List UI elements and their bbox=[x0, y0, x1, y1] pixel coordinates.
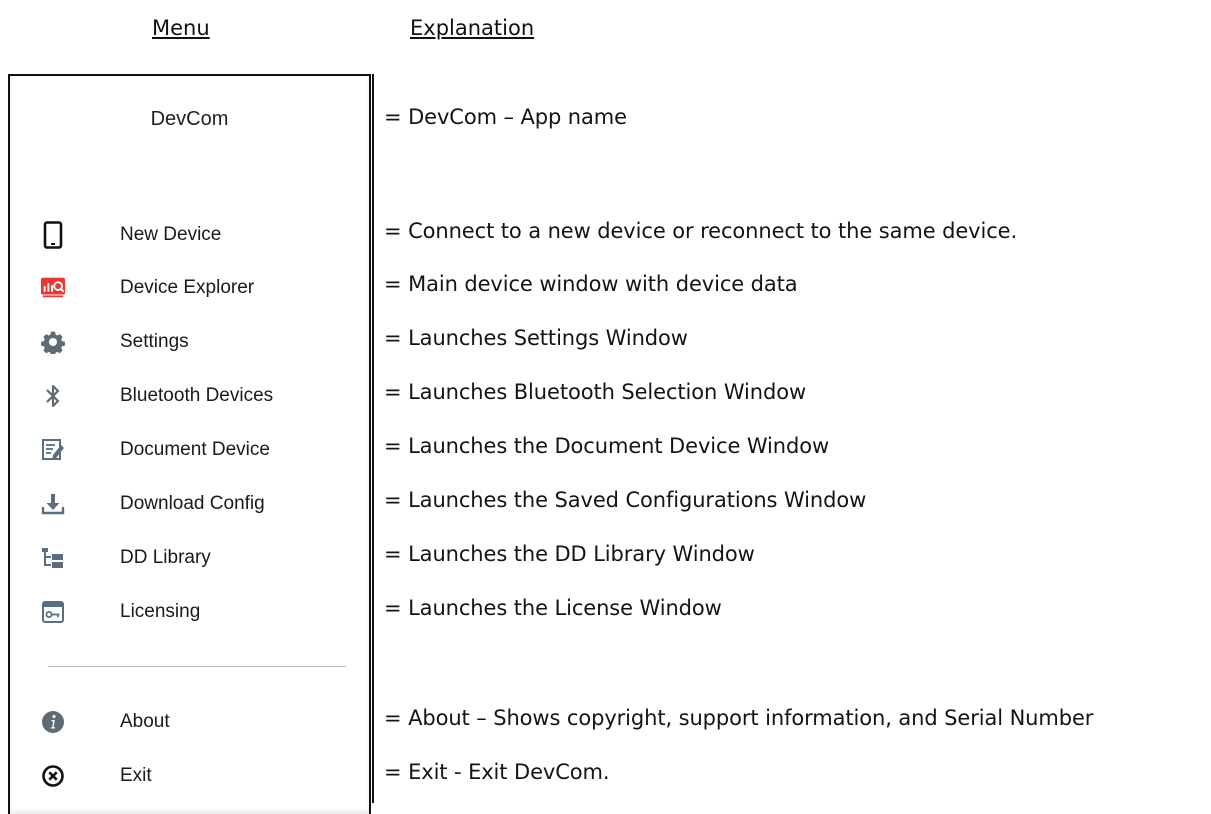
menu-item-settings[interactable]: Settings bbox=[10, 322, 369, 362]
explanation-new-device: = Connect to a new device or reconnect t… bbox=[384, 219, 1018, 243]
explanation-download-config: = Launches the Saved Configurations Wind… bbox=[384, 488, 867, 512]
explanation-settings: = Launches Settings Window bbox=[384, 326, 688, 350]
menu-column-header: Menu bbox=[152, 16, 210, 40]
menu-divider bbox=[48, 666, 346, 667]
menu-item-bluetooth-devices[interactable]: Bluetooth Devices bbox=[10, 376, 369, 416]
menu-item-document-device[interactable]: Document Device bbox=[10, 430, 369, 470]
exit-icon bbox=[40, 763, 66, 789]
explanation-about: = About – Shows copyright, support infor… bbox=[384, 706, 1094, 730]
license-key-icon bbox=[40, 599, 66, 625]
explanation-app: = DevCom – App name bbox=[384, 105, 627, 129]
bluetooth-icon bbox=[40, 383, 66, 409]
column-separator bbox=[372, 74, 374, 803]
menu-item-dd-library[interactable]: DD Library bbox=[10, 538, 369, 578]
explanation-licensing: = Launches the License Window bbox=[384, 596, 722, 620]
menu-item-label: Bluetooth Devices bbox=[120, 385, 274, 406]
menu-item-label: Download Config bbox=[120, 493, 265, 514]
menu-item-download-config[interactable]: Download Config bbox=[10, 484, 369, 524]
menu-item-label: About bbox=[120, 711, 170, 732]
menu-item-new-device[interactable]: New Device bbox=[10, 215, 369, 255]
library-tree-icon bbox=[40, 545, 66, 571]
navigation-drawer: DevCom New Device Device Explorer Settin… bbox=[8, 74, 371, 814]
menu-item-label: Exit bbox=[120, 765, 152, 786]
explanation-exit: = Exit - Exit DevCom. bbox=[384, 760, 610, 784]
tablet-icon bbox=[40, 221, 66, 249]
info-icon bbox=[40, 709, 66, 735]
explanation-device-explorer: = Main device window with device data bbox=[384, 272, 798, 296]
gear-icon bbox=[40, 329, 66, 355]
explanation-bluetooth-devices: = Launches Bluetooth Selection Window bbox=[384, 380, 807, 404]
menu-item-licensing[interactable]: Licensing bbox=[10, 592, 369, 632]
menu-item-label: Document Device bbox=[120, 439, 270, 460]
menu-item-label: Settings bbox=[120, 331, 189, 352]
menu-item-label: DD Library bbox=[120, 547, 211, 568]
explanation-dd-library: = Launches the DD Library Window bbox=[384, 542, 755, 566]
menu-item-label: New Device bbox=[120, 224, 222, 245]
menu-item-about[interactable]: About bbox=[10, 702, 369, 742]
device-explorer-icon bbox=[40, 275, 66, 301]
app-title: DevCom bbox=[150, 108, 229, 130]
menu-item-exit[interactable]: Exit bbox=[10, 756, 369, 796]
menu-item-label: Device Explorer bbox=[120, 277, 255, 298]
explanation-column-header: Explanation bbox=[410, 16, 535, 40]
document-edit-icon bbox=[40, 437, 66, 463]
menu-item-device-explorer[interactable]: Device Explorer bbox=[10, 268, 369, 308]
download-icon bbox=[40, 491, 66, 517]
menu-item-label: Licensing bbox=[120, 601, 201, 622]
explanation-document-device: = Launches the Document Device Window bbox=[384, 434, 830, 458]
